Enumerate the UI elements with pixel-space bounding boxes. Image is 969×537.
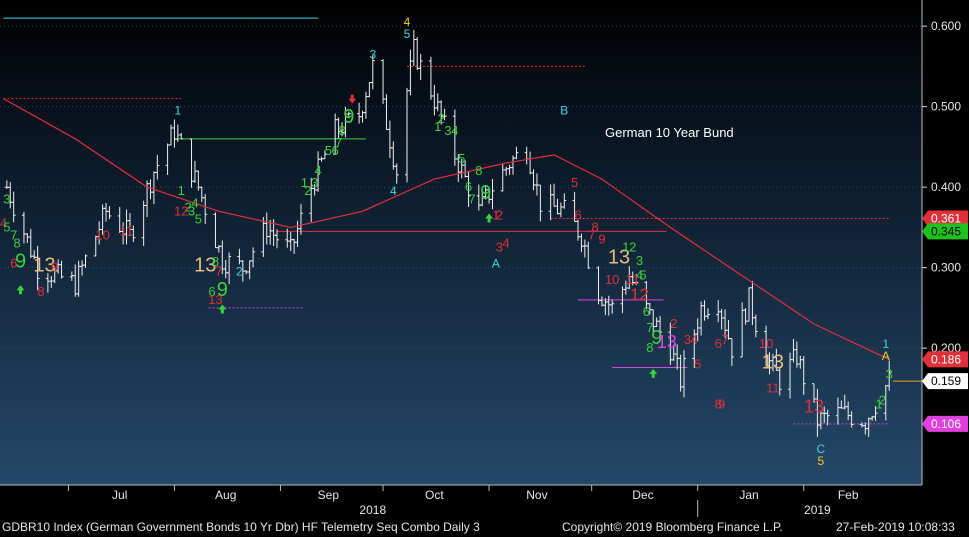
axis-background xyxy=(922,0,969,517)
sequence-marker: A xyxy=(492,257,500,271)
sequence-marker: 5 xyxy=(694,356,701,371)
bund-yield-chart: 4356789 139810 111121243513876 913212345 678… xyxy=(0,0,969,517)
x-tick-label: Dec xyxy=(632,488,653,502)
security-description: GDBR10 Index (German Government Bonds 10… xyxy=(2,520,480,534)
y-tick-label: 0.300 xyxy=(931,261,961,275)
sequence-marker: 2 xyxy=(670,316,677,331)
sequence-marker: 4 xyxy=(314,163,321,178)
sequence-marker: 5 xyxy=(404,27,411,41)
sequence-marker: 8 xyxy=(646,340,653,355)
sequence-marker: 5 xyxy=(195,211,202,226)
plot-background xyxy=(0,0,922,485)
sequence-marker: 10 xyxy=(759,336,773,351)
sequence-marker: 8 xyxy=(475,163,482,178)
sequence-marker: 8 xyxy=(13,236,20,251)
sequence-marker: 11 xyxy=(120,223,134,238)
copyright-notice: Copyright© 2019 Bloomberg Finance L.P. xyxy=(562,520,783,534)
year-label: 2019 xyxy=(804,503,831,517)
sequence-marker: 10 xyxy=(95,227,109,242)
sequence-marker: 13 xyxy=(208,292,222,307)
sequence-marker: 7 xyxy=(721,332,728,347)
timestamp: 27-Feb-2019 10:08:33 xyxy=(836,520,955,534)
sequence-marker: 6 xyxy=(574,207,581,222)
sequence-marker: 9 xyxy=(15,251,26,273)
sequence-marker: 4 xyxy=(503,236,510,251)
sequence-marker: 2 xyxy=(236,265,243,279)
sequence-marker: 7 xyxy=(215,264,222,279)
sequence-marker: 12 xyxy=(630,285,649,304)
x-tick-label: Aug xyxy=(215,488,236,502)
sequence-marker: 9 xyxy=(718,397,725,412)
sequence-marker: 1 xyxy=(175,104,182,118)
y-tick-label: 0.500 xyxy=(931,100,961,114)
sequence-marker: 10 xyxy=(605,272,619,287)
y-tick-label: 0.600 xyxy=(931,19,961,33)
sequence-marker: 13 xyxy=(762,351,784,373)
x-tick-label: Oct xyxy=(425,488,444,502)
sequence-marker: 9 xyxy=(480,182,491,204)
sequence-marker: 13 xyxy=(657,332,677,352)
sequence-marker: 3 xyxy=(3,191,10,206)
sequence-marker: 9 xyxy=(343,106,354,128)
sequence-marker: 4 xyxy=(451,123,458,138)
sequence-marker: 4 xyxy=(390,184,397,198)
sequence-marker: 6 xyxy=(643,304,650,319)
xaxis-background xyxy=(0,485,922,517)
x-tick-label: Nov xyxy=(526,488,547,502)
sequence-marker: 9 xyxy=(51,260,58,275)
sequence-marker: 11 xyxy=(766,380,780,395)
sequence-marker: 5 xyxy=(817,454,824,468)
sequence-marker: 3 xyxy=(886,367,893,382)
price-label-text: 0.159 xyxy=(931,374,961,388)
sequence-marker: 5 xyxy=(639,268,646,283)
sequence-marker: 2 xyxy=(496,207,503,222)
sequence-marker: 12 xyxy=(174,203,188,218)
sequence-marker: 5 xyxy=(571,175,578,190)
sequence-marker: 3 xyxy=(369,47,376,61)
x-tick-label: Jul xyxy=(112,488,127,502)
sequence-marker: A xyxy=(882,349,890,363)
sequence-marker: 1 xyxy=(178,183,185,198)
price-label-text: 0.345 xyxy=(931,224,961,238)
sequence-marker: 7 xyxy=(468,191,475,206)
sequence-marker: 9 xyxy=(598,232,605,247)
sequence-marker: B xyxy=(560,104,568,118)
x-tick-label: Jan xyxy=(739,488,758,502)
sequence-marker: 1 xyxy=(875,397,882,412)
x-tick-label: Feb xyxy=(838,488,859,502)
y-tick-label: 0.400 xyxy=(931,180,961,194)
price-label-text: 0.106 xyxy=(931,417,961,431)
chart-title: German 10 Year Bund xyxy=(605,125,734,140)
x-tick-label: Sep xyxy=(318,488,340,502)
sequence-marker: 5 xyxy=(458,151,465,166)
sequence-marker: 13 xyxy=(804,397,824,417)
year-label: 2018 xyxy=(359,503,386,517)
sequence-marker: 4 xyxy=(691,332,698,347)
sequence-marker: 8 xyxy=(37,284,44,299)
sequence-marker: 3 xyxy=(636,253,643,268)
footer-bar: GDBR10 Index (German Government Bonds 10… xyxy=(0,517,969,537)
price-label-text: 0.186 xyxy=(931,352,961,366)
